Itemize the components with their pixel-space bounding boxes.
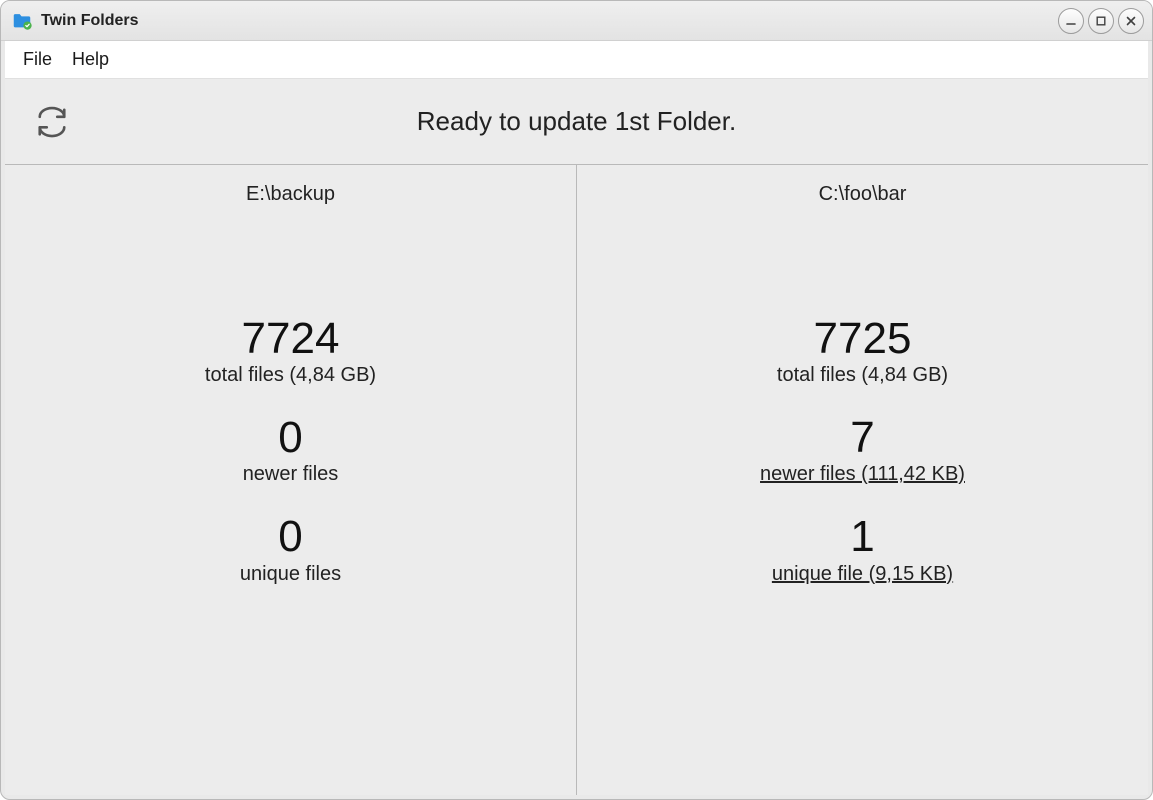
- app-title: Twin Folders: [41, 12, 138, 30]
- right-total-label: total files (4,84 GB): [777, 364, 948, 387]
- sync-icon[interactable]: [31, 101, 73, 143]
- right-unique-link[interactable]: unique file (9,15 KB): [772, 563, 953, 586]
- right-folder-path: C:\foo\bar: [819, 183, 907, 206]
- pane-left: E:\backup 7724 total files (4,84 GB) 0 n…: [5, 165, 577, 795]
- left-total-block: 7724 total files (4,84 GB): [205, 316, 376, 387]
- left-total-count: 7724: [205, 316, 376, 362]
- left-unique-block: 0 unique files: [240, 514, 341, 585]
- content-area: Ready to update 1st Folder. E:\backup 77…: [5, 79, 1148, 795]
- menu-help[interactable]: Help: [62, 45, 119, 74]
- minimize-button[interactable]: [1058, 8, 1084, 34]
- status-row: Ready to update 1st Folder.: [5, 79, 1148, 165]
- left-newer-block: 0 newer files: [243, 415, 339, 486]
- left-newer-count: 0: [243, 415, 339, 461]
- app-window: Twin Folders File Help: [0, 0, 1153, 800]
- right-total-block: 7725 total files (4,84 GB): [777, 316, 948, 387]
- close-button[interactable]: [1118, 8, 1144, 34]
- right-unique-block: 1 unique file (9,15 KB): [772, 514, 953, 585]
- left-total-label: total files (4,84 GB): [205, 364, 376, 387]
- window-controls: [1058, 8, 1144, 34]
- right-unique-count: 1: [772, 514, 953, 560]
- left-unique-count: 0: [240, 514, 341, 560]
- titlebar: Twin Folders: [1, 1, 1152, 41]
- right-newer-block: 7 newer files (111,42 KB): [760, 415, 965, 486]
- menu-file[interactable]: File: [13, 45, 62, 74]
- left-newer-label: newer files: [243, 463, 339, 486]
- status-message: Ready to update 1st Folder.: [73, 106, 1080, 137]
- right-total-count: 7725: [777, 316, 948, 362]
- panes-container: E:\backup 7724 total files (4,84 GB) 0 n…: [5, 165, 1148, 795]
- right-newer-link[interactable]: newer files (111,42 KB): [760, 463, 965, 486]
- app-icon: [11, 10, 33, 32]
- maximize-button[interactable]: [1088, 8, 1114, 34]
- left-unique-label: unique files: [240, 563, 341, 586]
- pane-right: C:\foo\bar 7725 total files (4,84 GB) 7 …: [577, 165, 1148, 795]
- menubar: File Help: [5, 41, 1148, 79]
- right-newer-count: 7: [760, 415, 965, 461]
- left-folder-path: E:\backup: [246, 183, 335, 206]
